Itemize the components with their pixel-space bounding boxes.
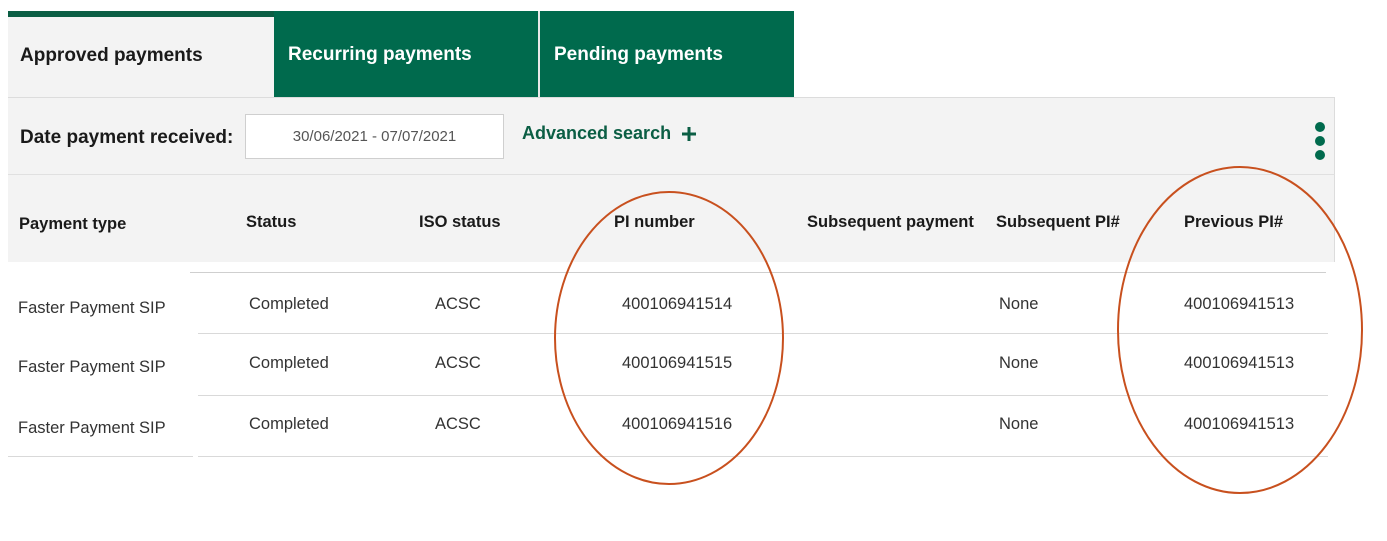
date-range-input[interactable] [245, 114, 504, 159]
advanced-search-link[interactable]: Advanced search [522, 123, 697, 144]
date-filter-label: Date payment received: [20, 127, 234, 148]
table-row[interactable]: Faster Payment SIP Completed ACSC 400106… [8, 334, 1328, 396]
cell-pi-number: 400106941514 [622, 295, 733, 313]
cell-previous-pi: 400106941513 [1184, 295, 1295, 313]
table-header: Payment type Status ISO status PI number… [8, 174, 1335, 262]
table-row[interactable]: Faster Payment SIP Completed ACSC 400106… [8, 395, 1328, 457]
tab-label: Recurring payments [288, 44, 472, 65]
column-header-status[interactable]: Status [246, 213, 296, 232]
cell-iso-status: ACSC [435, 295, 481, 313]
column-header-subsequent-pi[interactable]: Subsequent PI# [996, 213, 1120, 232]
cell-status: Completed [249, 415, 329, 433]
advanced-search-label: Advanced search [522, 123, 672, 143]
tab-label: Pending payments [554, 44, 723, 65]
plus-icon [682, 126, 697, 141]
tab-approved-payments[interactable]: Approved payments [8, 11, 274, 97]
tab-label: Approved payments [20, 45, 203, 66]
table-row[interactable]: Faster Payment SIP Completed ACSC 400106… [8, 272, 1328, 334]
cell-iso-status: ACSC [435, 415, 481, 433]
filter-bar: Date payment received: Advanced search [8, 97, 1335, 174]
tab-recurring-payments[interactable]: Recurring payments [274, 11, 538, 97]
cell-pi-number: 400106941516 [622, 415, 733, 433]
column-header-pi-number[interactable]: PI number [614, 213, 695, 232]
cell-payment-type: Faster Payment SIP [18, 419, 166, 437]
row-divider [198, 456, 1328, 457]
cell-subsequent-pi: None [999, 415, 1039, 433]
payments-page: Approved payments Recurring payments Pen… [0, 0, 1387, 541]
cell-payment-type: Faster Payment SIP [18, 358, 166, 376]
column-header-subsequent-payment[interactable]: Subsequent payment [807, 213, 974, 232]
tab-pending-payments[interactable]: Pending payments [538, 11, 794, 97]
cell-status: Completed [249, 354, 329, 372]
cell-payment-type: Faster Payment SIP [18, 299, 166, 317]
payment-tabs: Approved payments Recurring payments Pen… [8, 11, 794, 97]
column-header-iso-status[interactable]: ISO status [419, 213, 501, 232]
more-vertical-icon[interactable] [1308, 121, 1332, 161]
column-header-payment-type[interactable]: Payment type [19, 215, 126, 234]
cell-previous-pi: 400106941513 [1184, 415, 1295, 433]
cell-subsequent-pi: None [999, 354, 1039, 372]
cell-iso-status: ACSC [435, 354, 481, 372]
row-divider [8, 456, 193, 457]
cell-previous-pi: 400106941513 [1184, 354, 1295, 372]
column-header-previous-pi[interactable]: Previous PI# [1184, 213, 1283, 232]
cell-status: Completed [249, 295, 329, 313]
cell-subsequent-pi: None [999, 295, 1039, 313]
cell-pi-number: 400106941515 [622, 354, 733, 372]
